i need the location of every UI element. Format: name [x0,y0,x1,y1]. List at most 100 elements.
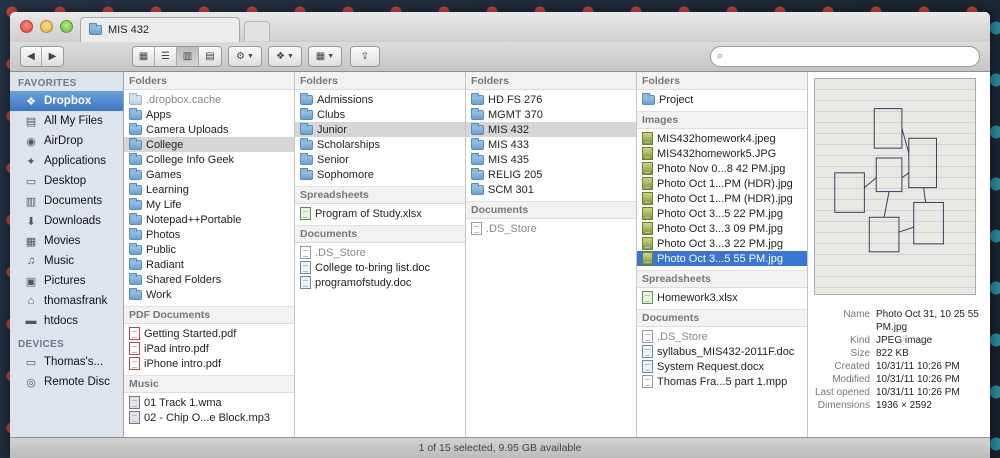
sidebar-item-documents[interactable]: ▥ Documents [10,191,123,211]
column-view-button[interactable]: ▥ [177,47,199,66]
list-item[interactable]: 01 Track 1.wma [124,395,294,410]
close-button[interactable] [20,20,33,33]
list-item[interactable]: Sophomore [295,167,465,182]
list-item[interactable]: Photo Oct 3...5 22 PM.jpg [637,206,807,221]
list-item[interactable]: .dropbox.cache [124,92,294,107]
sidebar-item-thomas-laptop[interactable]: ▭ Thomas's... [10,352,123,372]
list-item[interactable]: Games [124,167,294,182]
movies-icon: ▦ [25,235,37,248]
list-item[interactable]: Photo Nov 0...8 42 PM.jpg [637,161,807,176]
sidebar-item-airdrop[interactable]: ◉ AirDrop [10,131,123,151]
search-field[interactable]: ⌕ [710,46,980,67]
list-item[interactable]: Radiant [124,257,294,272]
list-item[interactable]: Apps [124,107,294,122]
list-item[interactable]: .DS_Store [466,221,636,236]
status-text: 1 of 15 selected, 9.95 GB available [418,442,582,454]
list-item-selected[interactable]: Photo Oct 3...5 55 PM.jpg [637,251,807,266]
dropbox-menu-button[interactable]: ❖ ▼ [268,46,302,67]
disc-icon: ◎ [26,376,36,389]
list-item[interactable]: iPhone intro.pdf [124,356,294,371]
list-item[interactable]: programofstudy.doc [295,275,465,290]
sidebar-item-movies[interactable]: ▦ Movies [10,231,123,251]
back-button[interactable]: ◀ [21,47,43,66]
list-item[interactable]: MIS432homework4.jpeg [637,131,807,146]
list-item[interactable]: Photo Oct 1...PM (HDR).jpg [637,176,807,191]
list-item[interactable]: Getting Started.pdf [124,326,294,341]
tab-mis-432[interactable]: MIS 432 [80,17,240,42]
sidebar-item-all-my-files[interactable]: ▤ All My Files [10,111,123,131]
document-file-icon [300,261,311,274]
column-mis-432: Folders Project Images MIS432homework4.j… [637,72,808,437]
list-item[interactable]: Senior [295,152,465,167]
music-icon: ♫ [26,255,36,267]
list-item[interactable]: MGMT 370 [466,107,636,122]
search-input[interactable] [727,50,979,63]
icon-view-button[interactable]: ▦ [133,47,155,66]
list-item[interactable]: Learning [124,182,294,197]
action-menu-button[interactable]: ⚙ ▼ [228,46,262,67]
list-item[interactable]: System Request.docx [637,359,807,374]
list-item[interactable]: Program of Study.xlsx [295,206,465,221]
list-item[interactable]: College to-bring list.doc [295,260,465,275]
list-item[interactable]: Work [124,287,294,302]
list-item[interactable]: Notepad++Portable [124,212,294,227]
list-item[interactable]: Public [124,242,294,257]
dropbox-icon: ❖ [276,51,286,62]
list-item[interactable]: Homework3.xlsx [637,290,807,305]
coverflow-view-button[interactable]: ▤ [199,47,221,66]
sidebar-item-downloads[interactable]: ⬇ Downloads [10,211,123,231]
minimize-button[interactable] [40,20,53,33]
list-item[interactable]: Project [637,92,807,107]
list-item[interactable]: Photos [124,227,294,242]
sidebar-item-remote-disc[interactable]: ◎ Remote Disc [10,372,123,392]
list-item[interactable]: 02 - Chip O...e Block.mp3 [124,410,294,425]
section-heading: Spreadsheets [295,186,465,204]
list-view-button[interactable]: ☰ [155,47,177,66]
list-item[interactable]: iPad intro.pdf [124,341,294,356]
list-item[interactable]: Shared Folders [124,272,294,287]
section-heading: Folders [124,72,294,90]
list-item[interactable]: syllabus_MIS432-2011F.doc [637,344,807,359]
list-item[interactable]: SCM 301 [466,182,636,197]
list-item[interactable]: Admissions [295,92,465,107]
sidebar-item-desktop[interactable]: ▭ Desktop [10,171,123,191]
list-item[interactable]: College Info Geek [124,152,294,167]
list-item[interactable]: Clubs [295,107,465,122]
image-file-icon [642,207,653,220]
list-item[interactable]: My Life [124,197,294,212]
forward-button[interactable]: ▶ [42,47,63,66]
list-item[interactable]: MIS432homework5.JPG [637,146,807,161]
list-item[interactable]: HD FS 276 [466,92,636,107]
folder-icon [300,122,313,135]
list-item[interactable]: Photo Oct 3...3 09 PM.jpg [637,221,807,236]
list-item[interactable]: Photo Oct 3...3 22 PM.jpg [637,236,807,251]
list-item[interactable]: Photo Oct 1...PM (HDR).jpg [637,191,807,206]
sidebar-item-dropbox[interactable]: ❖ Dropbox [10,91,123,111]
sidebar-item-applications[interactable]: ✦ Applications [10,151,123,171]
list-item-selected[interactable]: College [124,137,294,152]
sidebar-item-music[interactable]: ♫ Music [10,251,123,271]
section-heading: Images [637,111,807,129]
sidebar-item-htdocs[interactable]: ▬ htdocs [10,311,123,331]
list-item[interactable]: Thomas Fra...5 part 1.mpp [637,374,807,389]
list-item[interactable]: RELIG 205 [466,167,636,182]
list-item[interactable]: .DS_Store [637,329,807,344]
list-item-selected[interactable]: MIS 432 [466,122,636,137]
list-item[interactable]: Scholarships [295,137,465,152]
folder-icon [300,167,313,180]
info-row-modified: Modified 10/31/11 10:26 PM [832,374,960,385]
share-button[interactable]: ⇪ [350,46,380,67]
list-item[interactable]: Camera Uploads [124,122,294,137]
list-item-selected[interactable]: Junior [295,122,465,137]
new-tab-button[interactable] [244,21,270,41]
zoom-button[interactable] [60,20,73,33]
list-item[interactable]: MIS 433 [466,137,636,152]
folder-icon [129,287,142,300]
folder-icon [642,92,655,105]
status-bar: 1 of 15 selected, 9.95 GB available [10,437,990,458]
arrange-menu-button[interactable]: ▦ ▼ [308,46,342,67]
sidebar-item-thomasfrank[interactable]: ⌂ thomasfrank [10,291,123,311]
sidebar-item-pictures[interactable]: ▣ Pictures [10,271,123,291]
list-item[interactable]: .DS_Store [295,245,465,260]
list-item[interactable]: MIS 435 [466,152,636,167]
